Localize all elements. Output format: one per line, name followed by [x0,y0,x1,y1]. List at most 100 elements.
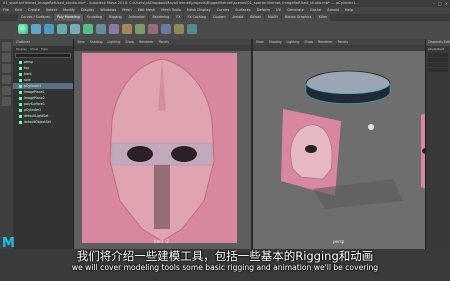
lasso-tool-icon[interactable] [2,53,11,62]
bevel-icon[interactable] [135,24,145,34]
menu-item-generate[interactable]: Generate [287,7,304,14]
outliner-item-label: defaultObjectSet [24,120,51,124]
cone-icon[interactable] [57,24,67,34]
outliner-menu: Display Show Help [13,46,73,52]
outliner-menu-item[interactable]: Help [41,46,48,52]
menu-item-arnold[interactable]: Arnold [327,7,339,14]
node-icon [19,60,22,64]
shelf-tab[interactable]: Bifrost [247,14,264,21]
menu-item-surfaces[interactable]: Surfaces [235,7,251,14]
paint-select-icon[interactable] [2,64,11,73]
menu-item-mesh[interactable]: Mesh [122,7,131,14]
front-viewport[interactable]: View Shading Lighting Show Renderer Panels fr… [74,39,251,249]
outliner-item-label: front [24,72,32,76]
persp-view-canvas: persp [281,70,425,244]
outliner-search-input[interactable] [15,53,71,58]
shelf-tab[interactable]: Rendering [149,14,173,21]
shelf-tab[interactable]: MASH [264,14,281,21]
menu-item-mesh-tools[interactable]: Mesh Tools [161,7,180,14]
maximize-button[interactable]: □ [438,1,442,6]
menu-item-edit[interactable]: Edit [15,7,22,14]
menu-item-edit-mesh[interactable]: Edit Mesh [138,7,156,14]
subtitle-english: we will cover modeling tools some basic … [71,263,379,272]
channel-box-title: Channels Edit Object Show [426,39,450,46]
outliner-item-label: imagePlane2 [24,96,45,100]
outliner-item-label: pCylinder2 [24,108,42,112]
rotate-tool-icon[interactable] [2,86,11,95]
shelf-tabs: Curves / Surfaces Poly Modeling Sculpting R… [0,14,450,21]
main-menu-bar: File Edit Create Select Modify Display Windows… [0,7,450,14]
channel-box: Channels Edit Object Show pCylinder2 [425,39,450,249]
menu-item-display[interactable]: Display [81,7,94,14]
outliner-title: Outliner [13,39,73,46]
merge-icon[interactable] [174,24,184,34]
combine-icon[interactable] [96,24,106,34]
channel-row[interactable] [428,63,448,67]
cylinder-icon[interactable] [44,24,54,34]
separate-icon[interactable] [109,24,119,34]
node-icon [19,114,22,118]
menu-item-file[interactable]: File [3,7,9,14]
outliner-item[interactable]: defaultObjectSet [13,119,73,125]
node-icon [19,90,22,94]
shelf-toolbar [0,21,450,39]
shelf-tab[interactable]: Curves / Surfaces [18,14,53,21]
menu-item-curves[interactable]: Curves [217,7,229,14]
menu-item-select[interactable]: Select [46,7,57,14]
scale-tool-icon[interactable] [2,97,11,106]
shelf-tab[interactable]: Arnold [229,14,247,21]
select-tool-icon[interactable] [2,42,11,51]
node-icon [19,78,22,82]
outliner-item-label: pCylinder1 [24,84,42,88]
outliner-item-label: defaultLightSet [24,114,49,118]
shelf-tab[interactable]: Rigging [106,14,125,21]
menu-item-help[interactable]: Help [345,7,353,14]
perspective-viewport[interactable]: View Shading Lighting Show Renderer Panels pe… [253,39,425,249]
channel-row[interactable] [428,53,448,57]
left-eye-hole [127,146,153,162]
right-eye-hole [171,146,197,162]
move-tool-icon[interactable] [2,75,11,84]
viewport-camera-label: front -Z [154,239,169,244]
subtitle-chinese: 我们将介绍一些建模工具，包括一些基本的Rigging和动画 [76,249,374,263]
shelf-tab[interactable]: Sculpting [83,14,106,21]
bridge-icon[interactable] [148,24,158,34]
menu-item-modify[interactable]: Modify [63,7,75,14]
node-icon [19,120,22,124]
menu-item-windows[interactable]: Windows [100,7,116,14]
plane-icon[interactable] [70,24,80,34]
shelf-tab[interactable]: Motion Graphics [281,14,315,21]
minimize-button[interactable]: – [433,1,435,6]
shelf-tab[interactable]: Custom [210,14,229,21]
shelf-tab[interactable]: XGen [315,14,331,21]
torus-icon[interactable] [83,24,93,34]
channel-object-name: pCylinder2 [428,47,445,51]
window-title: 01_spartanHelmet_ImageRefUsed_studio.mb*… [3,1,359,5]
node-icon [19,96,22,100]
shelf-tab[interactable]: Animation [125,14,149,21]
menu-item-cache[interactable]: Cache [310,7,321,14]
extrude-icon[interactable] [122,24,132,34]
menu-item-deform[interactable]: Deform [257,7,270,14]
cube-icon[interactable] [31,24,41,34]
viewport-camera-label: persp [333,239,345,244]
shelf-tab[interactable]: FX [173,14,184,21]
tool-box [0,39,13,249]
outliner-panel: Outliner Display Show Help persp top front si… [13,39,74,249]
multi-cut-icon[interactable] [161,24,171,34]
window-title-bar: 01_spartanHelmet_ImageRefUsed_studio.mb*… [0,0,450,7]
channel-row[interactable] [428,68,448,72]
shelf-tab[interactable]: Poly Modeling [53,14,83,21]
close-button[interactable]: × [445,1,448,6]
menu-item-mesh-display[interactable]: Mesh Display [187,7,211,14]
menu-item-create[interactable]: Create [28,7,40,14]
outliner-menu-item[interactable]: Show [30,46,38,52]
outliner-item-label: imagePlane1 [24,90,45,94]
outliner-menu-item[interactable]: Display [16,46,27,52]
menu-item-uv[interactable]: UV [276,7,281,14]
shelf-tab[interactable]: FX Caching [184,14,209,21]
outliner-item-label: top [24,66,30,70]
sphere-icon[interactable] [18,24,28,34]
uv-editor-icon[interactable] [187,24,197,34]
channel-row[interactable] [428,58,448,62]
